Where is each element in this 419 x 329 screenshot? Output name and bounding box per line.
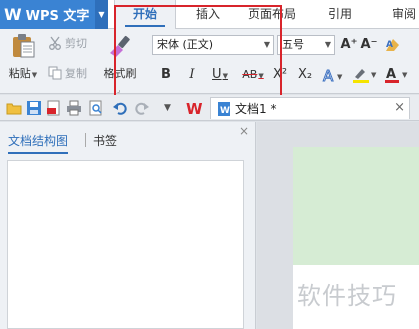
font-size-select[interactable]: 五号 ▼ bbox=[277, 35, 335, 55]
tab-references[interactable]: 引用 bbox=[318, 0, 362, 29]
svg-text:▼: ▼ bbox=[337, 73, 343, 81]
document-map-panel[interactable] bbox=[7, 160, 244, 329]
wps-document-icon: W bbox=[186, 100, 203, 116]
highlighter-icon: ▼ bbox=[353, 69, 377, 83]
document-icon: W bbox=[218, 101, 230, 116]
copy-label: 复制 bbox=[65, 67, 87, 80]
shrink-font-button[interactable]: A⁻ bbox=[360, 35, 378, 55]
chevron-down-icon: ▼ bbox=[31, 71, 38, 79]
font-size-value: 五号 bbox=[282, 38, 304, 51]
scissors-icon bbox=[49, 36, 61, 50]
tab-divider bbox=[85, 133, 86, 147]
font-color-button[interactable]: A ▼ bbox=[384, 66, 410, 84]
tab-bookmarks[interactable]: 书签 bbox=[93, 132, 117, 149]
app-name: WPS 文字 bbox=[25, 9, 90, 24]
paste-label: 粘贴 bbox=[8, 67, 31, 80]
svg-text:A: A bbox=[323, 67, 334, 83]
tab-document-map[interactable]: 文档结构图 bbox=[8, 132, 69, 154]
paste-button[interactable]: 粘贴▼ bbox=[4, 31, 42, 81]
text-effect-button[interactable]: A ▼ bbox=[322, 67, 344, 83]
cut-button[interactable]: 剪切 bbox=[48, 35, 87, 51]
print-icon[interactable] bbox=[66, 100, 82, 116]
save-icon[interactable] bbox=[26, 100, 42, 116]
export-pdf-icon[interactable] bbox=[46, 100, 62, 116]
svg-text:▼: ▼ bbox=[371, 71, 377, 79]
eraser-icon: A bbox=[386, 39, 399, 51]
document-tab[interactable]: W 文档1 * × bbox=[210, 97, 410, 119]
text-effect-icon: A ▼ bbox=[323, 67, 344, 83]
tab-review[interactable]: 审阅 bbox=[384, 0, 419, 29]
customize-toolbar-chevron-icon[interactable]: ▼ bbox=[164, 100, 180, 116]
cut-label: 剪切 bbox=[65, 37, 87, 50]
svg-text:W: W bbox=[186, 100, 203, 116]
clipboard-icon bbox=[13, 34, 35, 58]
grow-font-button[interactable]: A⁺ bbox=[340, 35, 358, 55]
svg-text:W: W bbox=[220, 106, 230, 116]
annotation-highlight-box bbox=[114, 5, 282, 97]
quick-access-toolbar: ▼ W W 文档1 * × bbox=[0, 95, 419, 121]
app-menu-dropdown-icon[interactable]: ▼ bbox=[95, 0, 108, 29]
print-preview-icon[interactable] bbox=[88, 100, 104, 116]
page-header-region bbox=[293, 147, 419, 265]
redo-icon[interactable] bbox=[134, 100, 150, 116]
copy-icon bbox=[48, 66, 62, 80]
highlight-button[interactable]: ▼ bbox=[352, 66, 378, 84]
subscript-button[interactable]: X₂ bbox=[295, 65, 315, 85]
navigation-pane: × 文档结构图 书签 bbox=[0, 122, 256, 329]
undo-icon[interactable] bbox=[112, 100, 128, 116]
navigation-pane-tabs: 文档结构图 书签 bbox=[0, 128, 256, 154]
close-tab-icon[interactable]: × bbox=[394, 100, 405, 115]
svg-text:▼: ▼ bbox=[402, 71, 408, 79]
font-color-icon: A ▼ bbox=[385, 67, 408, 83]
wps-logo-icon: W bbox=[4, 5, 22, 24]
watermark-text: 软件技巧 bbox=[297, 282, 397, 310]
copy-button[interactable]: 复制 bbox=[48, 65, 87, 81]
clear-format-button[interactable]: A bbox=[384, 37, 402, 53]
chevron-down-icon: ▼ bbox=[324, 40, 331, 49]
app-menu-button[interactable]: W WPS 文字 bbox=[0, 0, 95, 29]
svg-text:A: A bbox=[386, 67, 396, 82]
open-folder-icon[interactable] bbox=[6, 100, 22, 116]
document-tab-title: 文档1 * bbox=[235, 102, 277, 116]
svg-text:A: A bbox=[386, 40, 393, 50]
